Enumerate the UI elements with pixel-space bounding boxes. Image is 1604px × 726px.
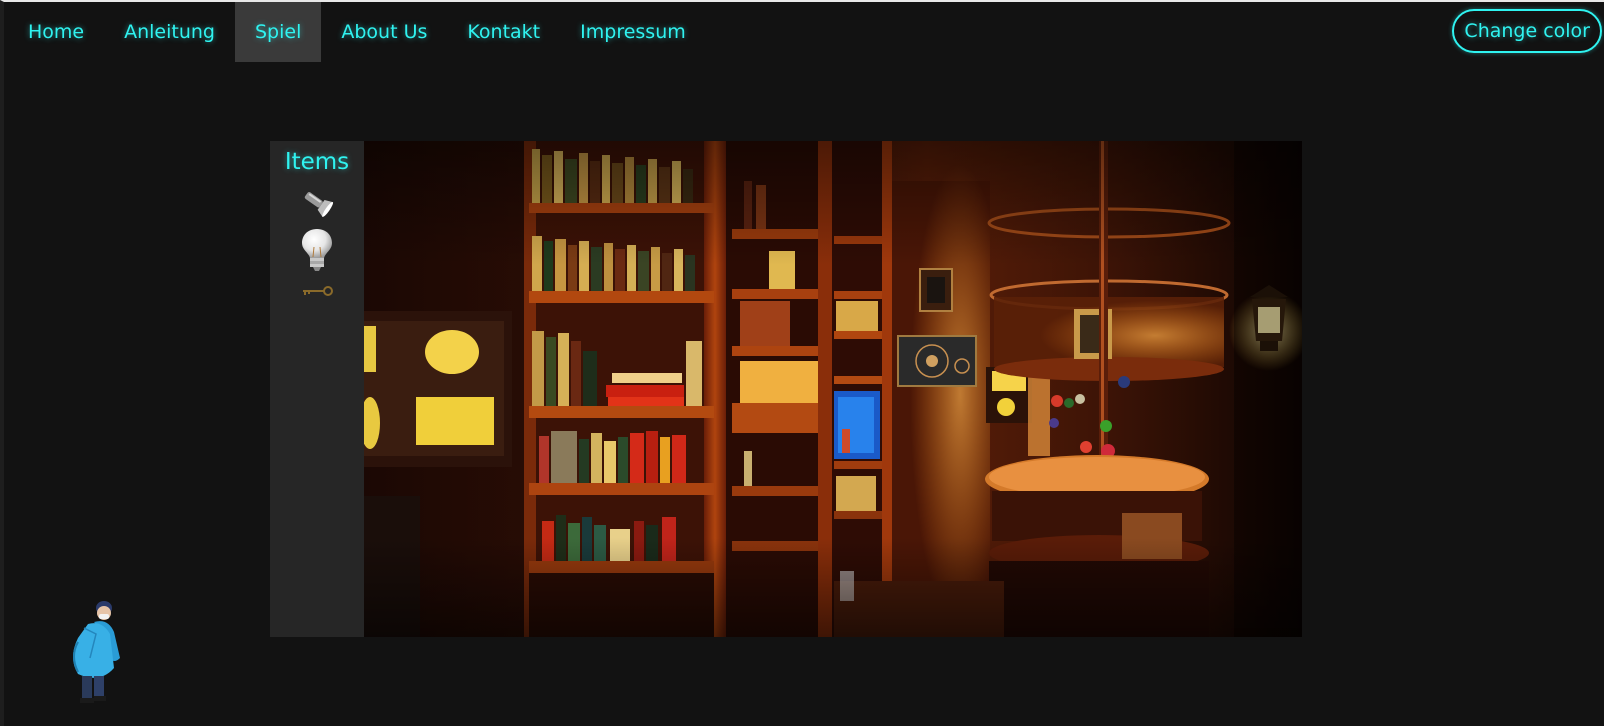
nav-home[interactable]: Home <box>8 2 104 62</box>
nav-about-us[interactable]: About Us <box>321 2 447 62</box>
change-color-button[interactable]: Change color <box>1452 9 1602 53</box>
main-nav: Home Anleitung Spiel About Us Kontakt Im… <box>4 2 706 62</box>
flashlight-icon[interactable] <box>300 187 334 221</box>
player-character[interactable] <box>64 598 124 708</box>
game-area: Items <box>270 141 1302 637</box>
library-room-scene[interactable] <box>364 141 1302 637</box>
nav-impressum[interactable]: Impressum <box>560 2 706 62</box>
key-icon[interactable] <box>300 283 334 302</box>
nav-spiel[interactable]: Spiel <box>235 2 322 62</box>
items-panel: Items <box>270 141 364 637</box>
nav-kontakt[interactable]: Kontakt <box>447 2 560 62</box>
lightbulb-icon[interactable] <box>299 227 335 277</box>
items-title: Items <box>284 149 350 175</box>
nav-anleitung[interactable]: Anleitung <box>104 2 235 62</box>
page: Home Anleitung Spiel About Us Kontakt Im… <box>0 0 1604 726</box>
